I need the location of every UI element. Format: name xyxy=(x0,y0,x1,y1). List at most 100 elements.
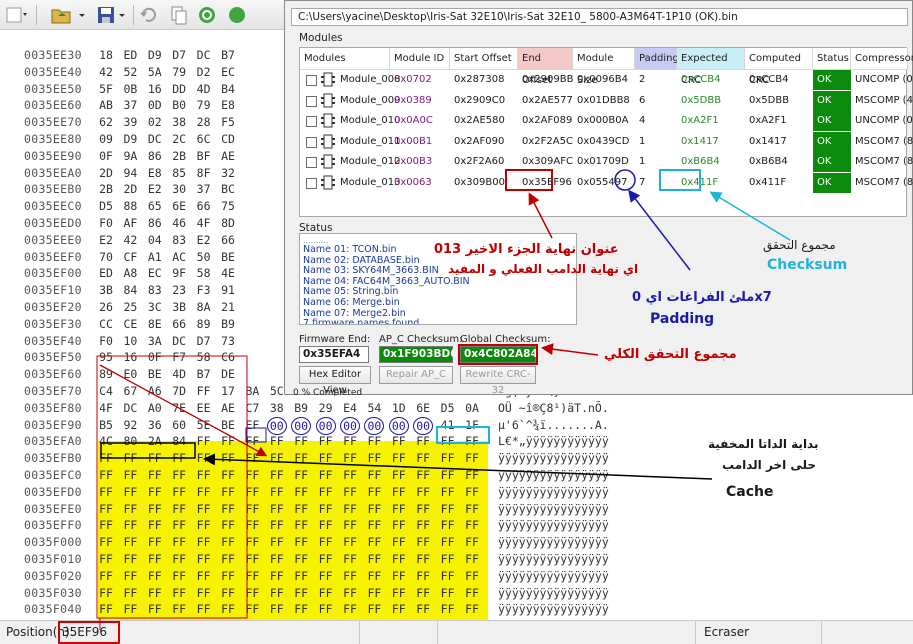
hex-byte[interactable]: 5A xyxy=(145,64,165,80)
hex-byte[interactable]: DC xyxy=(145,131,165,147)
hex-byte[interactable]: FF xyxy=(169,568,189,584)
firmware-end-field[interactable]: 0x35EFA4 xyxy=(299,346,369,363)
hex-byte[interactable]: FF xyxy=(462,450,482,466)
hex-byte[interactable]: FF xyxy=(218,450,238,466)
hex-byte[interactable]: FF xyxy=(462,534,482,550)
hex-byte[interactable]: FF xyxy=(194,534,214,550)
hex-byte[interactable]: FF xyxy=(96,467,116,483)
hex-byte[interactable]: FF xyxy=(438,501,458,517)
hex-byte[interactable]: FF xyxy=(364,585,384,601)
hex-byte[interactable]: 25 xyxy=(120,299,140,315)
hex-byte[interactable]: FF xyxy=(389,585,409,601)
hex-byte[interactable]: A6 xyxy=(145,383,165,399)
hex-byte[interactable]: FF xyxy=(291,501,311,517)
hex-byte[interactable]: FF xyxy=(291,450,311,466)
hex-byte[interactable]: FF xyxy=(218,551,238,567)
hex-byte[interactable]: EC xyxy=(145,265,165,281)
hex-byte[interactable]: FF xyxy=(340,467,360,483)
hex-byte[interactable]: 3B xyxy=(169,299,189,315)
hex-byte[interactable]: 29 xyxy=(316,400,336,416)
hex-byte[interactable]: EE xyxy=(194,400,214,416)
hex-byte[interactable]: FF xyxy=(242,517,262,533)
hex-byte[interactable]: F0 xyxy=(96,215,116,231)
hex-byte[interactable]: FF xyxy=(389,551,409,567)
hex-byte[interactable]: FF xyxy=(438,517,458,533)
hex-byte[interactable]: 0A xyxy=(462,400,482,416)
hex-byte[interactable]: 6E xyxy=(169,198,189,214)
hex-byte[interactable]: D5 xyxy=(96,198,116,214)
hex-byte[interactable]: FF xyxy=(389,517,409,533)
hex-byte[interactable]: 83 xyxy=(169,232,189,248)
hex-byte[interactable]: FF xyxy=(389,534,409,550)
table-row[interactable]: Module_011 0x00B1 0x2AF090 0x2F2A5C 0x0439CD… xyxy=(300,131,913,152)
hex-byte[interactable]: 4F xyxy=(194,215,214,231)
hex-byte[interactable]: FF xyxy=(316,467,336,483)
hex-byte[interactable]: 2D xyxy=(120,181,140,197)
hex-byte[interactable]: FF xyxy=(145,534,165,550)
hex-byte[interactable]: FF xyxy=(413,467,433,483)
hex-byte[interactable]: AE xyxy=(218,400,238,416)
hex-byte[interactable]: 7D xyxy=(169,383,189,399)
hex-byte[interactable]: FF xyxy=(364,433,384,449)
hex-byte[interactable]: FF xyxy=(242,585,262,601)
hex-byte[interactable]: FF xyxy=(438,585,458,601)
hex-byte[interactable]: 00 xyxy=(291,416,312,435)
hex-byte[interactable]: 4C xyxy=(96,433,116,449)
table-row[interactable]: Module_009 0x0389 0x2909C0 0x2AE577 0x01DBB8… xyxy=(300,90,913,111)
hex-byte[interactable]: FF xyxy=(389,467,409,483)
hex-byte[interactable]: FF xyxy=(169,585,189,601)
hex-byte[interactable]: 6C xyxy=(194,131,214,147)
hex-byte[interactable]: BE xyxy=(218,417,238,433)
hex-row[interactable]: 0035F040 FF FF FF FF FF FF FF FF FF FF FF FF FF FF FF FF… xyxy=(0,601,913,617)
hex-byte[interactable]: 1D xyxy=(389,400,409,416)
module-checkbox[interactable] xyxy=(306,136,317,148)
hex-byte[interactable]: 2A xyxy=(145,433,165,449)
hex-byte[interactable]: A0 xyxy=(145,400,165,416)
hex-byte[interactable]: FF xyxy=(194,551,214,567)
hex-byte[interactable]: D7 xyxy=(194,333,214,349)
hex-byte[interactable]: FF xyxy=(96,450,116,466)
globe-icon[interactable] xyxy=(226,5,248,25)
hex-byte[interactable]: AC xyxy=(169,249,189,265)
hex-byte[interactable]: FF xyxy=(413,450,433,466)
hex-byte[interactable]: FF xyxy=(145,551,165,567)
hex-byte[interactable]: DC xyxy=(169,333,189,349)
hex-row[interactable]: 0035EFE0 FF FF FF FF FF FF FF FF FF FF FF FF FF FF FF FF… xyxy=(0,501,913,517)
hex-byte[interactable]: 0B xyxy=(120,81,140,97)
hex-byte[interactable]: FF xyxy=(96,517,116,533)
hex-byte[interactable]: FF xyxy=(291,467,311,483)
hex-byte[interactable]: FF xyxy=(267,568,287,584)
hex-byte[interactable]: 9A xyxy=(120,148,140,164)
hex-byte[interactable]: A1 xyxy=(145,249,165,265)
hex-byte[interactable]: FF xyxy=(413,501,433,517)
hex-byte[interactable]: F5 xyxy=(218,114,238,130)
repair-apc-button[interactable]: Repair AP_C xyxy=(379,366,453,384)
hex-byte[interactable]: FF xyxy=(462,517,482,533)
hex-byte[interactable]: FF xyxy=(438,568,458,584)
hex-byte[interactable]: 66 xyxy=(194,198,214,214)
hex-byte[interactable]: 42 xyxy=(120,232,140,248)
dropdown-arrow-icon[interactable] xyxy=(78,5,88,25)
hex-byte[interactable]: 65 xyxy=(145,198,165,214)
hex-byte[interactable]: E2 xyxy=(96,232,116,248)
hex-byte[interactable]: FF xyxy=(267,484,287,500)
module-checkbox[interactable] xyxy=(306,157,317,168)
hex-byte[interactable]: 16 xyxy=(120,349,140,365)
column-header[interactable]: Module Size xyxy=(573,48,635,86)
hex-byte[interactable]: D9 xyxy=(120,131,140,147)
hex-byte[interactable]: 42 xyxy=(96,64,116,80)
hex-byte[interactable]: FF xyxy=(462,568,482,584)
hex-byte[interactable]: 95 xyxy=(96,349,116,365)
hex-byte[interactable]: FF xyxy=(194,383,214,399)
hex-byte[interactable]: FF xyxy=(267,450,287,466)
hex-byte[interactable]: B7 xyxy=(194,366,214,382)
hex-byte[interactable]: FF xyxy=(242,501,262,517)
hex-byte[interactable]: FF xyxy=(462,585,482,601)
hex-byte[interactable]: 00 xyxy=(266,416,287,435)
hex-byte[interactable]: FF xyxy=(462,433,482,449)
hex-byte[interactable]: B9 xyxy=(218,316,238,332)
hex-byte[interactable]: FF xyxy=(364,568,384,584)
hex-byte[interactable]: 4F xyxy=(96,400,116,416)
hex-byte[interactable]: FF xyxy=(242,450,262,466)
module-checkbox[interactable] xyxy=(306,177,317,189)
